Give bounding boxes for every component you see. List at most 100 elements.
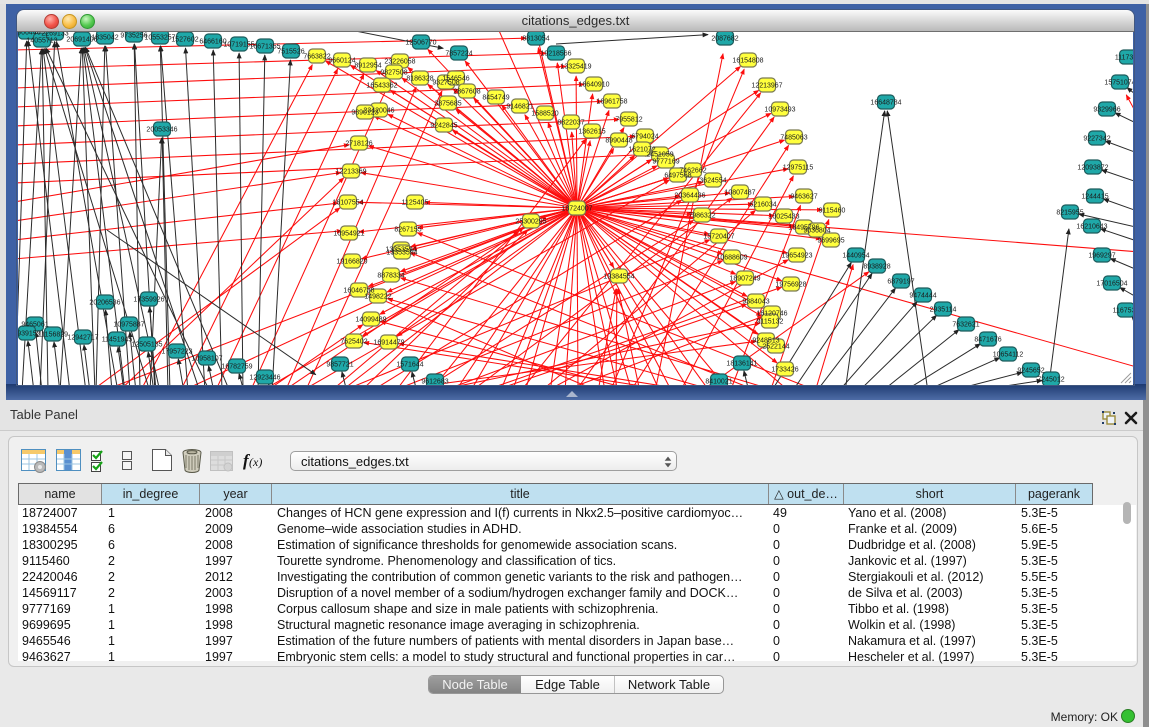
svg-text:8410021: 8410021: [705, 378, 732, 385]
svg-text:9245652: 9245652: [1017, 367, 1044, 374]
svg-text:16543362: 16543362: [366, 82, 397, 89]
svg-text:3875685: 3875685: [434, 100, 461, 107]
svg-text:9890123: 9890123: [351, 109, 378, 116]
svg-text:8822037: 8822037: [557, 119, 584, 126]
svg-text:16154808: 16154808: [732, 57, 763, 64]
svg-text:18907249: 18907249: [729, 275, 760, 282]
svg-text:9115460: 9115460: [819, 207, 846, 214]
svg-text:23226058: 23226058: [384, 58, 415, 65]
svg-text:10973493: 10973493: [764, 106, 795, 113]
svg-text:1167533: 1167533: [1113, 307, 1133, 314]
svg-text:3624554: 3624554: [699, 177, 726, 184]
svg-text:1969297: 1969297: [1088, 252, 1115, 259]
svg-text:8267155: 8267155: [394, 226, 421, 233]
svg-text:8990448: 8990448: [605, 137, 632, 144]
svg-text:10975887: 10975887: [113, 321, 144, 328]
svg-text:7515526: 7515526: [277, 48, 304, 55]
svg-text:1117320: 1117320: [1115, 54, 1133, 61]
svg-text:9463627: 9463627: [790, 193, 817, 200]
svg-text:16210643: 16210643: [1076, 223, 1107, 230]
svg-text:25300295: 25300295: [515, 218, 546, 225]
svg-text:1498222: 1498222: [364, 293, 391, 300]
svg-text:9242845: 9242845: [430, 122, 457, 129]
svg-text:7485063: 7485063: [780, 134, 807, 141]
svg-text:2935114: 2935114: [930, 306, 957, 313]
svg-text:9699695: 9699695: [817, 237, 844, 244]
svg-text:16671355: 16671355: [249, 43, 280, 50]
svg-text:12975115: 12975115: [783, 164, 814, 171]
svg-text:10807487: 10807487: [724, 189, 755, 196]
svg-text:17957223: 17957223: [161, 348, 192, 355]
svg-text:9612683: 9612683: [421, 378, 448, 385]
svg-text:16782759: 16782759: [221, 363, 252, 370]
svg-text:8813054: 8813054: [522, 35, 549, 42]
svg-text:16107554: 16107554: [332, 199, 363, 206]
svg-text:9227342: 9227342: [1083, 135, 1110, 142]
svg-text:18136141: 18136141: [726, 360, 757, 367]
svg-text:7955812: 7955812: [615, 116, 642, 123]
svg-text:17359926: 17359926: [133, 296, 164, 303]
svg-text:8471676: 8471676: [974, 336, 1001, 343]
svg-text:1571644: 1571644: [396, 361, 423, 368]
svg-text:10954921: 10954921: [333, 230, 364, 237]
svg-text:8215955: 8215955: [1056, 209, 1083, 216]
svg-text:19756928: 19756928: [775, 281, 806, 288]
svg-text:10688609: 10688609: [716, 254, 747, 261]
svg-text:2451059: 2451059: [646, 151, 673, 158]
svg-text:8938928: 8938928: [863, 263, 890, 270]
svg-text:13325419: 13325419: [560, 63, 591, 70]
svg-text:12213369: 12213369: [335, 168, 366, 175]
svg-text:9146821: 9146821: [506, 103, 533, 110]
svg-text:11156829: 11156829: [38, 331, 68, 338]
svg-text:7625402: 7625402: [340, 338, 367, 345]
svg-text:1125405: 1125405: [402, 199, 429, 206]
svg-text:9329966: 9329966: [1093, 106, 1120, 113]
svg-text:15751074: 15751074: [1104, 79, 1133, 86]
svg-text:11451945: 11451945: [102, 336, 133, 343]
svg-text:9777169: 9777169: [652, 158, 679, 165]
svg-text:20053346: 20053346: [146, 126, 177, 133]
svg-text:2269133: 2269133: [41, 32, 68, 37]
svg-text:8912954: 8912954: [354, 62, 381, 69]
svg-text:7632621: 7632621: [952, 321, 979, 328]
svg-text:8878334: 8878334: [377, 272, 404, 279]
svg-text:18724007: 18724007: [561, 205, 592, 212]
svg-text:6216034: 6216034: [749, 201, 776, 208]
svg-text:1733426: 1733426: [771, 366, 798, 373]
svg-text:9660124: 9660124: [328, 57, 355, 64]
svg-text:16961758: 16961758: [596, 98, 627, 105]
svg-text:7857224: 7857224: [445, 50, 472, 57]
svg-text:9827508: 9827508: [380, 69, 407, 76]
svg-text:8454749: 8454749: [482, 94, 509, 101]
svg-text:1588520: 1588520: [531, 110, 558, 117]
svg-text:9115132: 9115132: [757, 318, 784, 325]
svg-text:13353594: 13353594: [386, 249, 417, 256]
svg-text:10025433: 10025433: [768, 213, 799, 220]
svg-text:14099489: 14099489: [355, 316, 386, 323]
svg-text:7245012: 7245012: [1037, 376, 1064, 383]
svg-text:2718126: 2718126: [345, 140, 372, 147]
svg-text:1835042: 1835042: [91, 34, 118, 41]
svg-text:12923446: 12923446: [249, 374, 280, 381]
svg-text:19218566: 19218566: [540, 50, 571, 57]
svg-text:12942717: 12942717: [67, 334, 98, 341]
svg-text:9036804: 9036804: [803, 227, 830, 234]
svg-text:2867608: 2867608: [453, 88, 480, 95]
svg-text:1244415: 1244415: [1081, 193, 1108, 200]
svg-text:16640910: 16640910: [578, 81, 609, 88]
svg-text:15720407: 15720407: [703, 233, 734, 240]
svg-text:7986322: 7986322: [688, 212, 715, 219]
svg-text:1527602: 1527602: [171, 36, 198, 43]
svg-text:20206536: 20206536: [89, 299, 120, 306]
svg-text:12213967: 12213967: [751, 82, 782, 89]
svg-text:19166829: 19166829: [336, 258, 367, 265]
svg-text:19654923: 19654923: [781, 252, 812, 259]
svg-text:16120746: 16120746: [756, 310, 787, 317]
svg-text:16914479: 16914479: [373, 339, 404, 346]
svg-text:9474444: 9474444: [909, 292, 936, 299]
svg-text:12506770: 12506770: [405, 39, 436, 46]
svg-text:6794024: 6794024: [631, 133, 658, 140]
svg-text:2522144: 2522144: [762, 343, 789, 350]
svg-text:9384043: 9384043: [742, 298, 769, 305]
svg-text:10654112: 10654112: [993, 351, 1024, 358]
